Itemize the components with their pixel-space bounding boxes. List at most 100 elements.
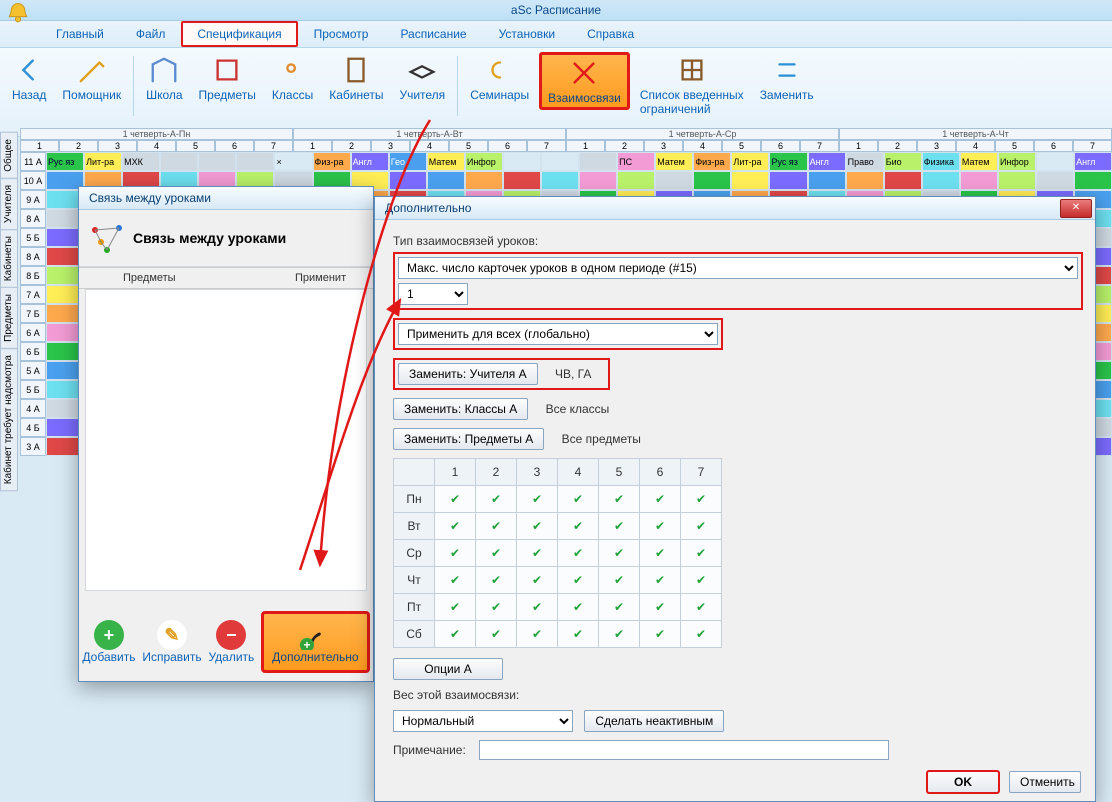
period-cell[interactable]: ✔ (681, 513, 722, 540)
ribbon-seminars[interactable]: Семинары (464, 52, 535, 104)
relations-icon (89, 220, 125, 256)
subjects-value: Все предметы (562, 432, 641, 446)
ribbon-back[interactable]: Назад (6, 52, 52, 104)
period-cell[interactable]: ✔ (599, 513, 640, 540)
label-relation-type: Тип взаимосвязей уроков: (393, 234, 1077, 248)
period-cell[interactable]: ✔ (599, 540, 640, 567)
period-cell[interactable]: ✔ (599, 594, 640, 621)
dialog-advanced: Дополнительно ✕ Тип взаимосвязей уроков:… (374, 196, 1096, 802)
change-subjects-button[interactable]: Заменить: Предметы A (393, 428, 544, 450)
col-apply-to[interactable]: Применит (287, 268, 373, 288)
delete-button[interactable]: −Удалить (208, 620, 254, 664)
period-cell[interactable]: ✔ (476, 567, 517, 594)
period-cell[interactable]: ✔ (640, 621, 681, 648)
ribbon-subjects[interactable]: Предметы (193, 52, 262, 104)
close-icon[interactable]: ✕ (1060, 199, 1092, 218)
period-cell[interactable]: ✔ (599, 621, 640, 648)
relations-list[interactable] (85, 289, 367, 591)
period-cell[interactable]: ✔ (517, 540, 558, 567)
period-cell[interactable]: ✔ (640, 567, 681, 594)
period-cell[interactable]: ✔ (517, 621, 558, 648)
period-cell[interactable]: ✔ (640, 594, 681, 621)
ribbon-wizard[interactable]: Помощник (56, 52, 127, 104)
wizard-icon (76, 54, 108, 86)
edit-button[interactable]: ✎Исправить (142, 620, 201, 664)
period-cell[interactable]: ✔ (599, 567, 640, 594)
period-cell[interactable]: ✔ (558, 594, 599, 621)
period-cell[interactable]: ✔ (476, 513, 517, 540)
options-button[interactable]: Опции A (393, 658, 503, 680)
period-cell[interactable]: ✔ (476, 594, 517, 621)
apply-scope-select[interactable]: Применить для всех (глобально) (398, 323, 718, 345)
add-button[interactable]: +Добавить (82, 620, 135, 664)
period-cell[interactable]: ✔ (558, 540, 599, 567)
ribbon-constraints[interactable]: Список введенныхограничений (634, 52, 750, 118)
col-subjects[interactable]: Предметы (115, 268, 287, 288)
period-grid[interactable]: 1234567Пн✔✔✔✔✔✔✔Вт✔✔✔✔✔✔✔Ср✔✔✔✔✔✔✔Чт✔✔✔✔… (393, 458, 722, 648)
period-cell[interactable]: ✔ (435, 594, 476, 621)
relation-type-select[interactable]: Макс. число карточек уроков в одном пери… (398, 257, 1078, 279)
change-teachers-button[interactable]: Заменить: Учителя A (398, 363, 538, 385)
menu-Спецификация[interactable]: Спецификация (181, 21, 297, 47)
period-cell[interactable]: ✔ (517, 486, 558, 513)
ribbon-relations[interactable]: Взаимосвязи (539, 52, 630, 110)
ribbon-classes[interactable]: Классы (266, 52, 319, 104)
period-cell[interactable]: ✔ (517, 513, 558, 540)
app-title: aSc Расписание (511, 3, 601, 17)
dialog1-heading: Связь между уроками (133, 230, 286, 246)
period-cell[interactable]: ✔ (435, 513, 476, 540)
constraints-icon (676, 54, 708, 86)
period-cell[interactable]: ✔ (435, 567, 476, 594)
menu-Установки[interactable]: Установки (483, 21, 571, 47)
period-cell[interactable]: ✔ (435, 486, 476, 513)
period-cell[interactable]: ✔ (681, 540, 722, 567)
count-select[interactable]: 1 (398, 283, 468, 305)
period-cell[interactable]: ✔ (476, 486, 517, 513)
period-cell[interactable]: ✔ (476, 540, 517, 567)
ribbon-teachers[interactable]: Учителя (393, 52, 451, 104)
period-cell[interactable]: ✔ (517, 567, 558, 594)
back-icon (13, 54, 45, 86)
period-cell[interactable]: ✔ (640, 540, 681, 567)
period-cell[interactable]: ✔ (681, 594, 722, 621)
menu-Главный[interactable]: Главный (40, 21, 120, 47)
ok-button[interactable]: OK (927, 771, 999, 793)
classes-value: Все классы (546, 402, 610, 416)
make-inactive-button[interactable]: Сделать неактивным (584, 710, 724, 732)
school-icon (148, 54, 180, 86)
dialog1-title: Связь между уроками (89, 191, 211, 205)
period-cell[interactable]: ✔ (558, 486, 599, 513)
period-cell[interactable]: ✔ (558, 567, 599, 594)
period-cell[interactable]: ✔ (435, 621, 476, 648)
label-note: Примечание: (393, 743, 466, 757)
ribbon-school[interactable]: Школа (140, 52, 188, 104)
menu-Просмотр[interactable]: Просмотр (298, 21, 385, 47)
menu-Файл[interactable]: Файл (120, 21, 182, 47)
menu-Справка[interactable]: Справка (571, 21, 650, 47)
weight-select[interactable]: Нормальный (393, 710, 573, 732)
period-cell[interactable]: ✔ (476, 621, 517, 648)
note-input[interactable] (479, 740, 889, 760)
advanced-button[interactable]: + Дополнительно (261, 611, 369, 673)
dialog1-title-bar[interactable]: Связь между уроками (79, 187, 373, 210)
dialog-relations-list: Связь между уроками Связь между уроками … (78, 186, 374, 682)
period-cell[interactable]: ✔ (640, 486, 681, 513)
period-cell[interactable]: ✔ (681, 486, 722, 513)
period-cell[interactable]: ✔ (558, 621, 599, 648)
change-classes-button[interactable]: Заменить: Классы A (393, 398, 528, 420)
period-cell[interactable]: ✔ (681, 621, 722, 648)
period-cell[interactable]: ✔ (599, 486, 640, 513)
dialog2-title-bar[interactable]: Дополнительно ✕ (375, 197, 1095, 220)
subjects-icon (211, 54, 243, 86)
period-cell[interactable]: ✔ (640, 513, 681, 540)
dialog2-title: Дополнительно (385, 201, 471, 215)
ribbon-replace[interactable]: Заменить (754, 52, 820, 104)
cancel-button[interactable]: Отменить (1009, 771, 1081, 793)
ribbon-rooms[interactable]: Кабинеты (323, 52, 389, 104)
period-cell[interactable]: ✔ (517, 594, 558, 621)
period-cell[interactable]: ✔ (435, 540, 476, 567)
label-weight: Вес этой взаимосвязи: (393, 688, 1077, 702)
period-cell[interactable]: ✔ (681, 567, 722, 594)
period-cell[interactable]: ✔ (558, 513, 599, 540)
menu-Расписание[interactable]: Расписание (384, 21, 482, 47)
